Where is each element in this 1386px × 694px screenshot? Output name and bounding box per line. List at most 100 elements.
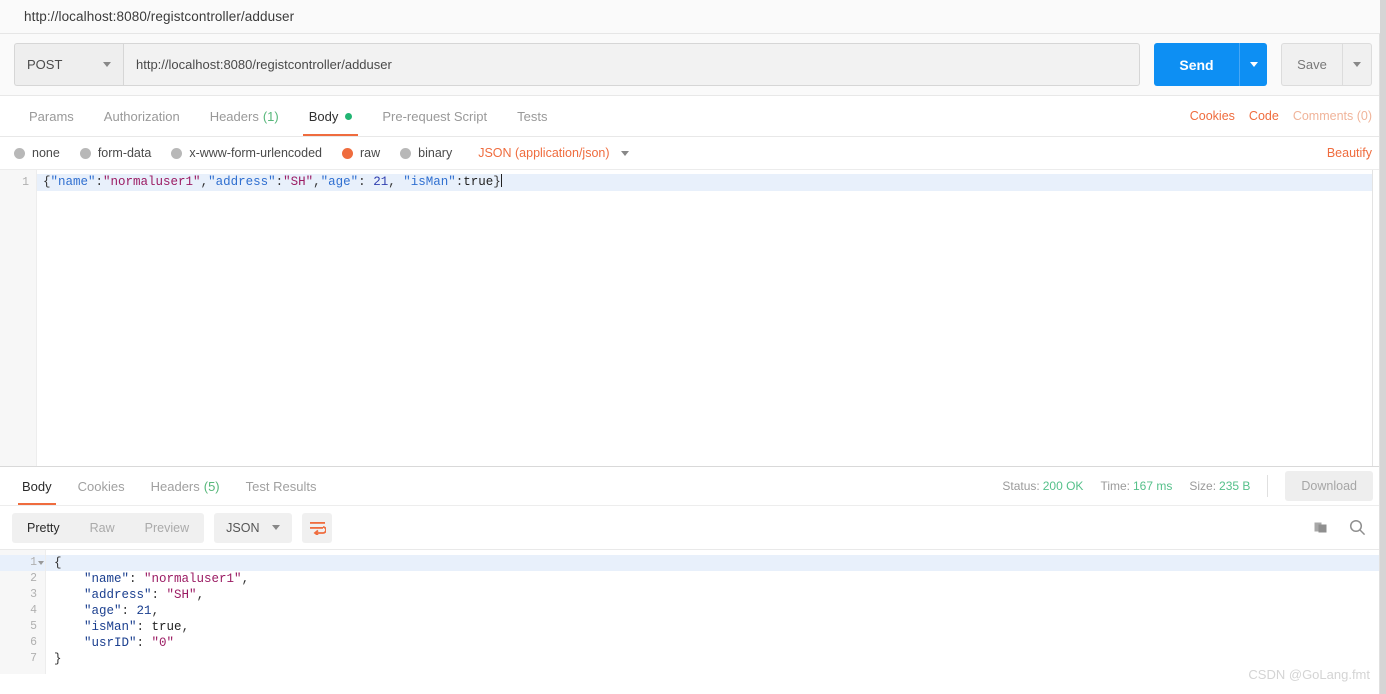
send-button[interactable]: Send [1154,43,1239,86]
save-options-button[interactable] [1342,43,1372,86]
window-right-border [1379,34,1380,694]
code-token: , [151,604,160,618]
tab-params[interactable]: Params [14,96,89,136]
tab-authorization[interactable]: Authorization [89,96,195,136]
code-token: : [275,175,284,189]
response-tab-body[interactable]: Body [9,467,65,505]
code-link[interactable]: Code [1249,109,1279,123]
cookies-link[interactable]: Cookies [1190,109,1235,123]
body-type-urlencoded[interactable]: x-www-form-urlencoded [171,146,322,160]
view-mode-pretty[interactable]: Pretty [12,513,75,543]
code-token: , [241,572,250,586]
code-token: , [200,175,209,189]
response-code-line: { [46,555,1386,571]
response-tab-headers-label: Headers [150,478,200,494]
save-button[interactable]: Save [1281,43,1342,86]
beautify-button[interactable]: Beautify [1327,146,1372,160]
search-icon [1349,519,1366,536]
code-token: "name" [50,175,96,189]
code-token: "address" [84,588,152,602]
tab-body[interactable]: Body [294,96,368,136]
body-modified-dot-icon [345,112,353,120]
request-editor-code[interactable]: {"name":"normaluser1","address":"SH","ag… [37,170,1386,466]
save-button-group: Save [1281,43,1372,86]
body-type-raw[interactable]: raw [342,146,380,160]
response-view-mode-group: Pretty Raw Preview [12,512,205,543]
code-token: 21 [373,175,389,189]
radio-selected-icon [342,147,353,159]
response-code-line: "name": "normaluser1", [46,571,1386,587]
url-input[interactable]: http://localhost:8080/registcontroller/a… [123,43,1140,86]
comments-link[interactable]: Comments (0) [1293,109,1372,123]
body-type-form-data[interactable]: form-data [79,146,151,160]
code-token: : [151,588,167,602]
code-token: : [129,572,145,586]
response-tab-headers-count: (5) [203,478,220,494]
view-mode-raw[interactable]: Raw [75,513,130,543]
tab-body-label: Body [308,108,339,124]
body-type-urlencoded-label: x-www-form-urlencoded [189,146,322,160]
request-tabs-left: Params Authorization Headers (1) Body Pr… [14,96,562,136]
chevron-down-icon [1249,62,1258,67]
watermark: CSDN @GoLang.fmt [1248,667,1370,682]
code-token: { [43,175,51,189]
code-token: "usrID" [84,636,137,650]
window-right-edge [1380,0,1386,694]
body-type-binary-label: binary [418,146,453,160]
time-value: 167 ms [1133,479,1173,493]
response-tab-body-label: Body [22,478,52,494]
response-body-viewer[interactable]: 12 3 4 5 6 7 { "name": "normaluser1", "addres… [0,550,1386,674]
body-type-none-label: none [32,146,60,160]
search-button[interactable] [1349,519,1366,536]
response-tab-cookies[interactable]: Cookies [65,467,138,505]
fold-toggle-icon[interactable] [38,561,44,565]
content-type-select[interactable]: JSON (application/json) [478,146,629,160]
http-method-select[interactable]: POST [14,43,123,86]
radio-icon [400,147,412,159]
code-token: "isMan" [403,175,456,189]
chevron-down-icon [620,150,629,156]
tab-tests[interactable]: Tests [502,96,562,136]
content-type-value: JSON (application/json) [478,146,610,160]
response-body-code[interactable]: { "name": "normaluser1", "address": "SH"… [46,550,1386,674]
response-code-line: "usrID": "0" [46,635,1386,651]
response-tab-test-results[interactable]: Test Results [233,467,330,505]
status-value: 200 OK [1042,479,1084,493]
body-type-raw-label: raw [360,146,381,160]
status-metric: Status: 200 OK [1002,479,1083,493]
code-token: "isMan" [84,620,137,634]
open-request-tab-title[interactable]: http://localhost:8080/registcontroller/a… [0,9,294,24]
request-body-editor[interactable]: 1 {"name":"normaluser1","address":"SH","… [0,169,1386,467]
chevron-down-icon [272,525,281,530]
response-tab-headers[interactable]: Headers (5) [138,467,233,505]
line-number: 3 [30,588,37,601]
view-mode-preview[interactable]: Preview [130,513,204,543]
code-token: "name" [84,572,130,586]
tab-pre-request-script[interactable]: Pre-request Script [367,96,502,136]
time-metric: Time: 167 ms [1100,479,1172,493]
code-token: , [313,175,321,189]
code-token: : [358,175,374,189]
code-token: : [136,636,152,650]
request-tabs-right-links: Cookies Code Comments (0) [1190,96,1372,136]
text-cursor [500,174,502,187]
request-editor-gutter: 1 [0,170,37,466]
tab-headers-label: Headers [209,108,259,124]
response-format-value: JSON [226,520,260,535]
copy-button[interactable] [1314,520,1330,536]
body-type-binary[interactable]: binary [400,146,452,160]
code-token: "normaluser1" [144,572,242,586]
code-token: , [181,620,190,634]
tab-headers[interactable]: Headers (1) [195,96,294,136]
radio-icon [171,147,183,159]
wrap-lines-button[interactable] [302,512,333,543]
body-type-none[interactable]: none [14,146,60,160]
download-button[interactable]: Download [1285,471,1373,501]
line-number: 6 [30,636,37,649]
send-options-button[interactable] [1239,43,1267,86]
request-editor-line-1[interactable]: {"name":"normaluser1","address":"SH","ag… [37,174,1386,191]
size-value: 235 B [1219,479,1251,493]
response-format-select[interactable]: JSON [214,512,293,543]
